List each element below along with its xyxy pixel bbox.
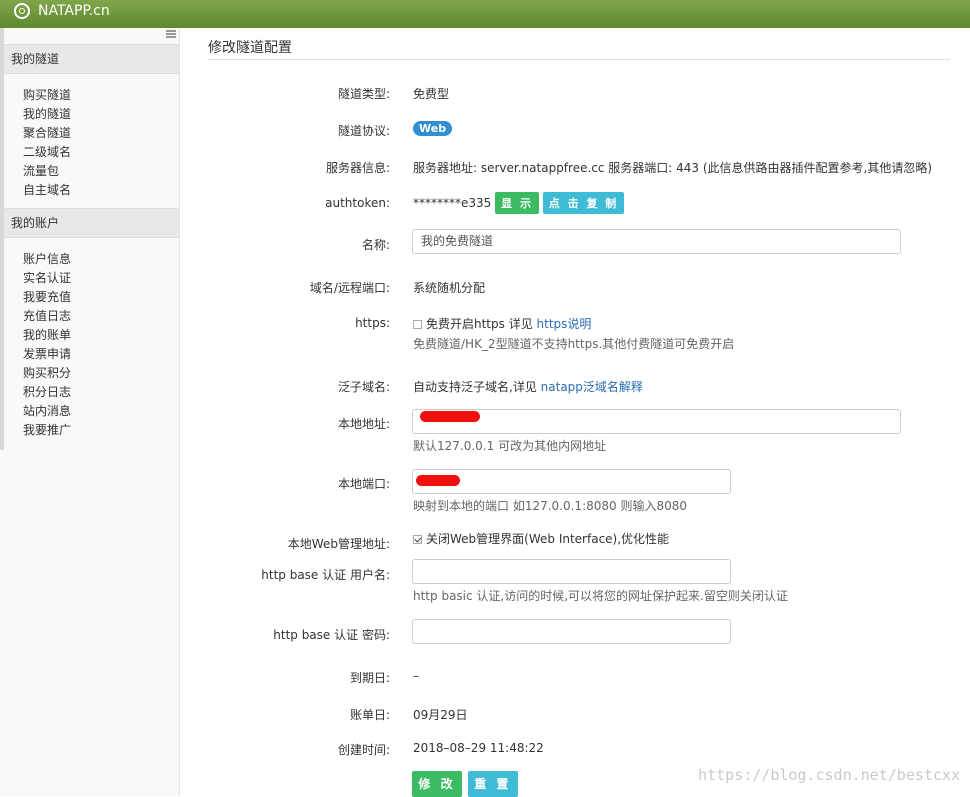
sidebar-item-recharge[interactable]: 我要充值 (23, 288, 71, 305)
https-help-text: 免费隧道/HK_2型隧道不支持https.其他付费隧道可免费开启 (413, 337, 735, 351)
auth-username-help: http basic 认证,访问的时候,可以将您的网址保护起来.留空则关闭认证 (413, 589, 788, 603)
https-label: https: (355, 316, 390, 330)
form-actions: 修 改 重 置 (412, 771, 520, 797)
local-port-help: 映射到本地的端口 如127.0.0.1:8080 则输入8080 (413, 499, 688, 513)
sidebar-item-buy-tunnel[interactable]: 购买隧道 (23, 86, 71, 103)
bill-day-label: 账单日: (349, 708, 390, 722)
wildcard-docs-link[interactable]: natapp泛域名解释 (541, 380, 643, 394)
redaction-mark (420, 411, 480, 422)
server-info-value: 服务器地址: server.natappfree.cc 服务器端口: 443 (… (413, 161, 933, 175)
sidebar-item-subdomain[interactable]: 二级域名 (23, 143, 71, 160)
modify-button[interactable]: 修 改 (412, 771, 462, 797)
sidebar-item-my-tunnels[interactable]: 我的隧道 (23, 105, 71, 122)
web-admin-label: 本地Web管理地址: (287, 537, 390, 551)
title-divider (208, 59, 950, 60)
natapp-logo-icon (14, 3, 30, 19)
sidebar-item-invoice[interactable]: 发票申请 (23, 345, 71, 362)
local-address-help: 默认127.0.0.1 可改为其他内网地址 (413, 439, 607, 453)
sidebar-collapse-icon[interactable] (166, 30, 176, 38)
expire-label: 到期日: (349, 671, 390, 685)
sidebar-item-account-info[interactable]: 账户信息 (23, 250, 71, 267)
sidebar-group-tunnels[interactable]: 我的隧道 (4, 44, 179, 74)
local-port-label: 本地端口: (337, 477, 390, 491)
bill-day-value: 09月29日 (413, 708, 468, 722)
sidebar-item-buy-points[interactable]: 购买积分 (23, 364, 71, 381)
local-address-input[interactable] (412, 409, 901, 434)
auth-username-input[interactable] (412, 559, 731, 584)
sidebar-item-points-log[interactable]: 积分日志 (23, 383, 71, 400)
copy-token-button[interactable]: 点 击 复 制 (542, 192, 625, 214)
domain-label: 域名/远程端口: (309, 281, 390, 295)
tunnel-type-label: 隧道类型: (337, 87, 390, 101)
logo-text: NATAPP.cn (38, 3, 110, 19)
name-label: 名称: (361, 238, 390, 252)
authtoken-value: ********e335 (413, 196, 492, 210)
https-checkbox-text: 免费开启https 详见 (426, 317, 533, 331)
web-admin-checkbox-text: 关闭Web管理界面(Web Interface),优化性能 (426, 532, 670, 546)
authtoken-label: authtoken: (325, 196, 390, 210)
page-title: 修改隧道配置 (208, 40, 292, 56)
wildcard-text: 自动支持泛子域名,详见 (413, 380, 537, 394)
server-info-label: 服务器信息: (325, 161, 390, 175)
sidebar-item-my-bills[interactable]: 我的账单 (23, 326, 71, 343)
domain-value: 系统随机分配 (413, 281, 486, 295)
redaction-mark (416, 475, 460, 486)
logo[interactable]: NATAPP.cn (14, 3, 110, 19)
https-checkbox[interactable] (413, 320, 422, 329)
local-address-label: 本地地址: (337, 417, 390, 431)
expire-value: – (413, 669, 419, 683)
protocol-badge: Web (413, 121, 453, 136)
auth-username-label: http base 认证 用户名: (261, 568, 390, 582)
wildcard-label: 泛子域名: (337, 380, 390, 394)
auth-password-input[interactable] (412, 619, 731, 644)
sidebar: 我的隧道 购买隧道 我的隧道 聚合隧道 二级域名 流量包 自主域名 我的账户 账… (0, 28, 180, 796)
top-bar: NATAPP.cn (0, 0, 970, 28)
https-docs-link[interactable]: https说明 (537, 317, 592, 331)
protocol-label: 隧道协议: (337, 124, 390, 138)
name-input[interactable]: 我的免费隧道 (412, 229, 901, 254)
sidebar-item-recharge-log[interactable]: 充值日志 (23, 307, 71, 324)
sidebar-item-aggregate-tunnel[interactable]: 聚合隧道 (23, 124, 71, 141)
created-label: 创建时间: (337, 743, 390, 757)
main-content: 修改隧道配置 隧道类型: 免费型 隧道协议: Web 服务器信息: 服务器地址:… (180, 28, 970, 797)
sidebar-item-traffic-pack[interactable]: 流量包 (23, 162, 59, 179)
sidebar-border (0, 28, 4, 450)
show-token-button[interactable]: 显 示 (495, 192, 539, 214)
tunnel-type-value: 免费型 (413, 87, 450, 101)
sidebar-item-messages[interactable]: 站内消息 (23, 402, 71, 419)
reset-button[interactable]: 重 置 (467, 771, 518, 797)
auth-password-label: http base 认证 密码: (273, 628, 390, 642)
sidebar-item-verification[interactable]: 实名认证 (23, 269, 71, 286)
sidebar-group-account[interactable]: 我的账户 (4, 208, 179, 238)
web-admin-checkbox[interactable] (413, 535, 422, 544)
sidebar-item-promote[interactable]: 我要推广 (23, 421, 71, 438)
watermark: https://blog.csdn.net/bestcxx (698, 766, 960, 784)
sidebar-item-custom-domain[interactable]: 自主域名 (23, 181, 71, 198)
created-value: 2018–08–29 11:48:22 (413, 741, 544, 755)
